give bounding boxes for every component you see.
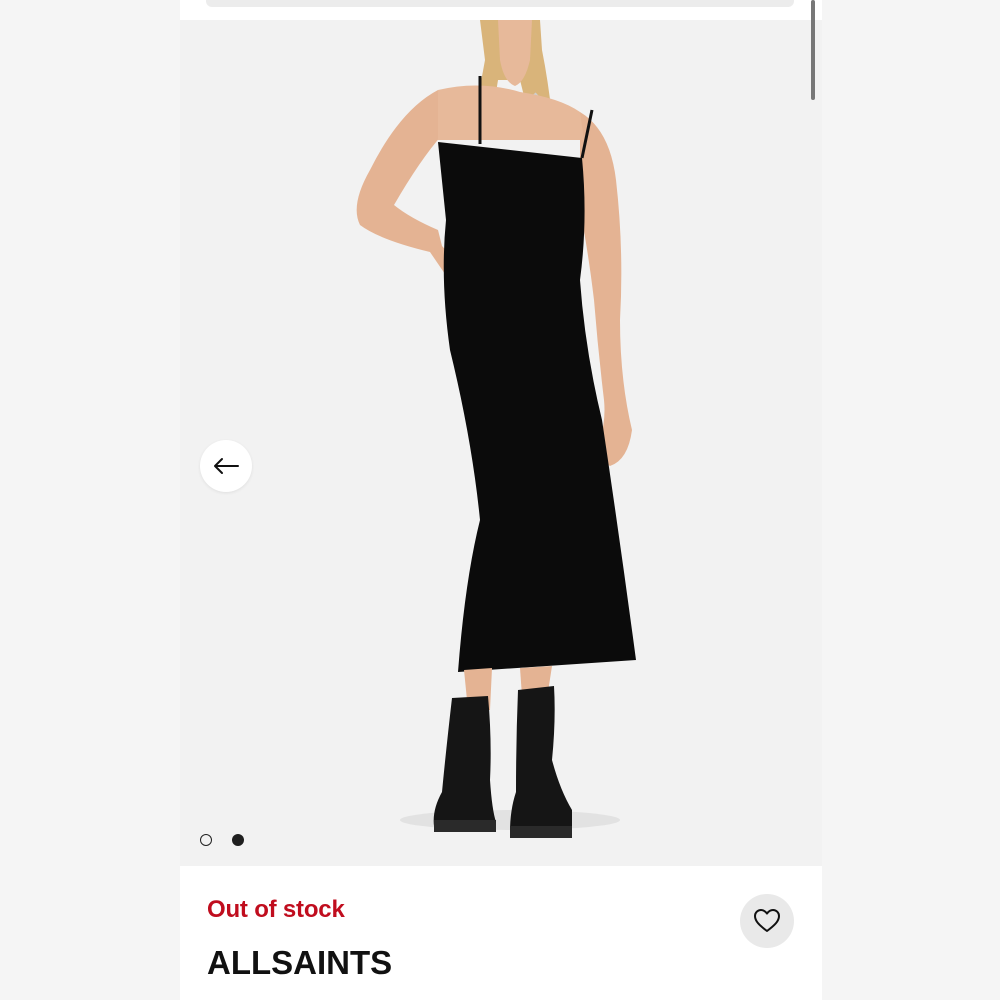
stock-status: Out of stock (207, 896, 345, 923)
search-bar-edge[interactable] (206, 0, 794, 7)
product-info: Out of stock ALLSAINTS (180, 866, 822, 1000)
heart-icon (754, 909, 780, 932)
previous-image-button[interactable] (200, 440, 252, 492)
left-backdrop (0, 0, 180, 1000)
gallery-dot-2-active[interactable] (232, 834, 244, 846)
gallery-dot-1[interactable] (200, 834, 212, 846)
gallery-pagination (200, 834, 244, 846)
product-image-gallery[interactable] (180, 20, 822, 866)
top-header-strip (180, 0, 822, 20)
scrollbar-thumb[interactable] (811, 0, 815, 100)
arrow-left-icon (214, 458, 239, 474)
favorite-button[interactable] (740, 894, 794, 948)
right-backdrop (822, 0, 1000, 1000)
brand-name[interactable]: ALLSAINTS (207, 944, 392, 982)
product-photo (356, 20, 636, 838)
product-page: Out of stock ALLSAINTS (180, 0, 822, 1000)
